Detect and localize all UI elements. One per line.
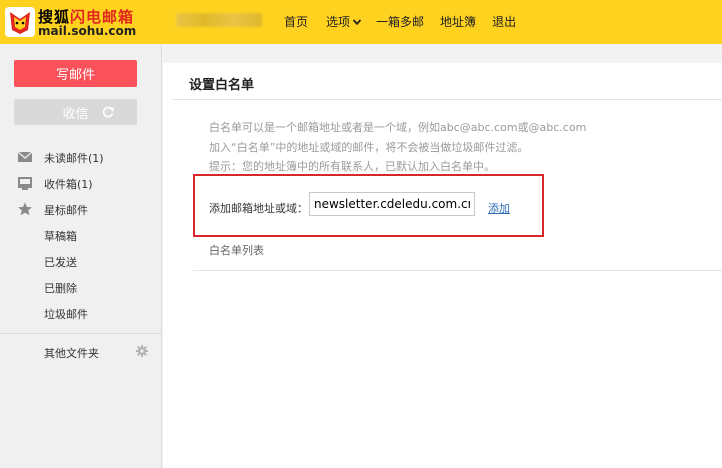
sidebar: 写邮件 收信 未读邮件(1) 收件箱(1) 星标邮件 草稿箱 已发送 已删除 垃… — [0, 44, 162, 468]
sidebar-item-sent[interactable]: 已发送 — [0, 251, 162, 271]
sidebar-item-drafts[interactable]: 草稿箱 — [0, 225, 162, 245]
sidebar-item-deleted[interactable]: 已删除 — [0, 277, 162, 297]
whitelist-list-label: 白名单列表 — [209, 244, 264, 257]
hint-line-3: 提示：您的地址簿中的所有联系人，已默认加入白名单中。 — [209, 160, 495, 173]
sohu-mail-logo[interactable]: 搜狐闪电邮箱 mail.sohu.com — [4, 4, 154, 40]
envelope-icon — [17, 151, 33, 162]
main-top-strip — [163, 44, 722, 63]
title-divider — [173, 99, 722, 100]
add-whitelist-link[interactable]: 添加 — [488, 200, 510, 216]
top-nav: 首页 选项 一箱多邮 地址簿 退出 — [284, 13, 516, 30]
top-header: 搜狐闪电邮箱 mail.sohu.com 首页 选项 一箱多邮 地址簿 退出 — [0, 0, 722, 44]
list-divider — [193, 270, 722, 271]
nav-logout[interactable]: 退出 — [492, 13, 516, 30]
sidebar-item-spam[interactable]: 垃圾邮件 — [0, 303, 162, 323]
nav-home[interactable]: 首页 — [284, 13, 308, 30]
compose-button[interactable]: 写邮件 — [14, 60, 137, 87]
star-icon — [18, 202, 32, 216]
fox-logo-icon — [5, 7, 35, 37]
logo-domain: mail.sohu.com — [38, 24, 137, 38]
hint-line-2: 加入“白名单”中的地址或域的邮件，将不会被当做垃圾邮件过滤。 — [209, 141, 529, 154]
add-address-label: 添加邮箱地址或域： — [209, 202, 308, 215]
refresh-icon — [102, 106, 114, 118]
page-title: 设置白名单 — [189, 78, 255, 93]
hint-line-1: 白名单可以是一个邮箱地址或者是一个域，例如abc@abc.com或@abc.co… — [209, 121, 587, 134]
receive-mail-button[interactable]: 收信 — [14, 99, 137, 125]
sidebar-item-other-folders[interactable]: 其他文件夹 — [44, 345, 99, 361]
sidebar-item-unread[interactable]: 未读邮件(1) — [0, 147, 162, 167]
sidebar-item-inbox[interactable]: 收件箱(1) — [0, 173, 162, 193]
inbox-icon — [18, 177, 32, 190]
sidebar-item-starred[interactable]: 星标邮件 — [0, 199, 162, 219]
blurred-username — [176, 13, 262, 27]
sidebar-divider — [0, 333, 161, 334]
whitelist-address-input[interactable] — [309, 192, 475, 216]
gear-icon[interactable] — [136, 345, 148, 357]
nav-options[interactable]: 选项 — [326, 13, 362, 30]
chevron-down-icon — [352, 18, 362, 25]
nav-address-book[interactable]: 地址簿 — [440, 13, 476, 30]
nav-multi-mailbox[interactable]: 一箱多邮 — [376, 13, 424, 30]
main-panel: 设置白名单 白名单可以是一个邮箱地址或者是一个域，例如abc@abc.com或@… — [163, 44, 722, 468]
